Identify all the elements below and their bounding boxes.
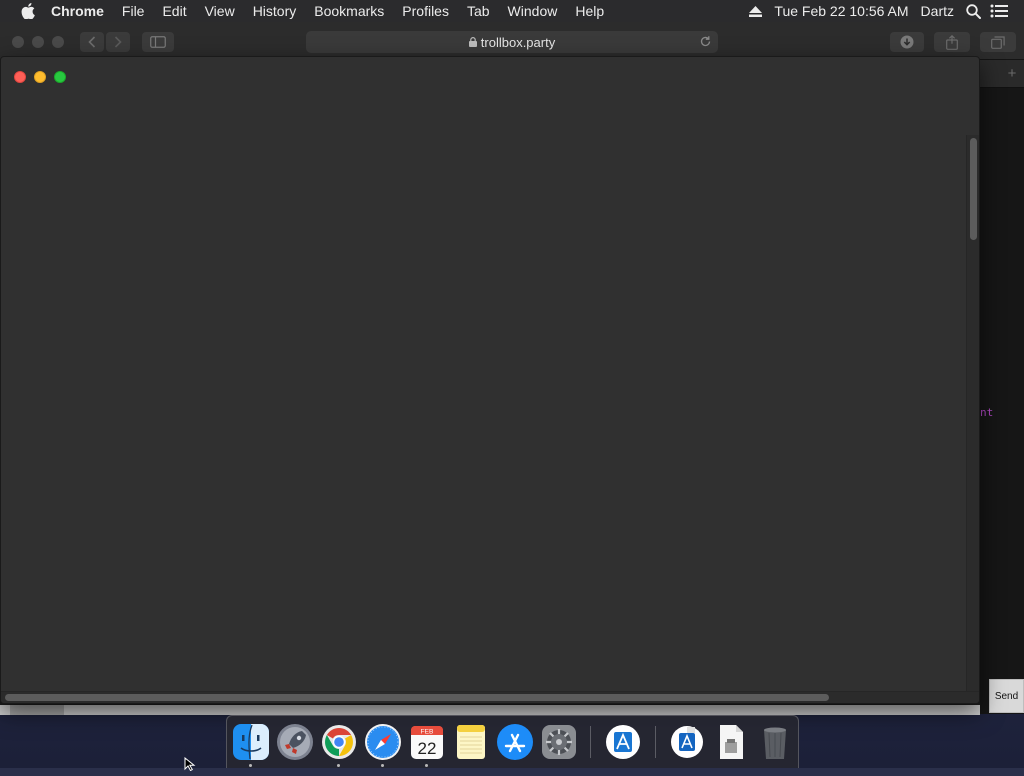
trash-icon[interactable] — [755, 722, 795, 762]
app-store-icon[interactable] — [495, 722, 535, 762]
chrome-running-indicator — [337, 764, 340, 767]
menu-app-name[interactable]: Chrome — [42, 0, 113, 22]
download-icon — [900, 35, 914, 49]
window-zoom-button[interactable] — [54, 71, 66, 83]
mouse-cursor-icon — [184, 756, 196, 776]
inactive-close-button[interactable] — [12, 36, 24, 48]
menu-clock[interactable]: Tue Feb 22 10:56 AM — [768, 3, 914, 19]
menu-view[interactable]: View — [196, 0, 244, 22]
inactive-zoom-button[interactable] — [52, 36, 64, 48]
background-page-strip: + nt — [980, 60, 1024, 714]
reload-icon[interactable] — [699, 35, 712, 51]
back-button[interactable] — [80, 32, 104, 52]
background-bottom-bar — [0, 705, 980, 715]
horizontal-scrollbar-thumb[interactable] — [5, 694, 829, 701]
tabs-icon — [991, 35, 1005, 49]
calendar-icon[interactable]: FEB 22 — [407, 722, 447, 762]
safari-icon[interactable] — [363, 722, 403, 762]
dock-separator — [590, 726, 591, 758]
menu-user-name[interactable]: Dartz — [915, 3, 960, 19]
background-code-text: nt — [980, 406, 994, 419]
vertical-scrollbar-thumb[interactable] — [970, 138, 977, 240]
browser-toolbar: trollbox.party — [0, 22, 1024, 60]
address-bar[interactable]: trollbox.party — [306, 31, 718, 53]
dock: FEB 22 — [226, 715, 799, 768]
popup-window — [0, 56, 980, 704]
window-minimize-button[interactable] — [34, 71, 46, 83]
forward-button[interactable] — [106, 32, 130, 52]
inactive-minimize-button[interactable] — [32, 36, 44, 48]
calendar-day: 22 — [418, 739, 437, 758]
menu-edit[interactable]: Edit — [153, 0, 195, 22]
spotlight-search-icon[interactable] — [960, 3, 986, 19]
background-tab-bar: + — [980, 60, 1024, 88]
downloads-button[interactable] — [890, 32, 924, 52]
window-close-button[interactable] — [14, 71, 26, 83]
finder-running-indicator — [249, 764, 252, 767]
menu-bookmarks[interactable]: Bookmarks — [305, 0, 393, 22]
sidebar-toggle-button[interactable] — [142, 32, 174, 52]
apple-menu-icon[interactable] — [14, 3, 42, 19]
launchpad-icon[interactable] — [275, 722, 315, 762]
notification-center-icon[interactable] — [986, 4, 1012, 18]
menu-bar-status-area: Tue Feb 22 10:56 AM Dartz — [742, 0, 1024, 22]
eject-icon[interactable] — [742, 5, 768, 17]
dock-separator-2 — [655, 726, 656, 758]
send-button[interactable]: Send — [989, 679, 1024, 713]
chrome-icon[interactable] — [319, 722, 359, 762]
menu-tab[interactable]: Tab — [458, 0, 499, 22]
menu-history[interactable]: History — [244, 0, 306, 22]
installer-icon[interactable] — [603, 722, 643, 762]
share-button[interactable] — [934, 32, 970, 52]
chevron-left-icon — [88, 36, 96, 48]
chevron-right-icon — [114, 36, 122, 48]
tab-overview-button[interactable] — [980, 32, 1016, 52]
sidebar-icon — [150, 36, 166, 48]
lock-icon — [468, 37, 477, 47]
calendar-month: FEB — [421, 729, 434, 736]
downloads-stack-icon[interactable] — [667, 722, 707, 762]
menu-profiles[interactable]: Profiles — [393, 0, 458, 22]
calendar-running-indicator — [425, 764, 428, 767]
safari-running-indicator — [381, 764, 384, 767]
new-tab-plus-icon[interactable]: + — [1002, 64, 1022, 84]
menu-window[interactable]: Window — [499, 0, 567, 22]
system-preferences-icon[interactable] — [539, 722, 579, 762]
menu-bar: Chrome File Edit View History Bookmarks … — [0, 0, 1024, 22]
share-icon — [946, 34, 958, 50]
background-bottom-tab[interactable] — [10, 705, 64, 715]
notes-icon[interactable] — [451, 722, 491, 762]
menu-file[interactable]: File — [113, 0, 154, 22]
address-text: trollbox.party — [480, 34, 556, 50]
document-icon[interactable] — [711, 722, 751, 762]
finder-icon[interactable] — [231, 722, 271, 762]
menu-help[interactable]: Help — [566, 0, 613, 22]
